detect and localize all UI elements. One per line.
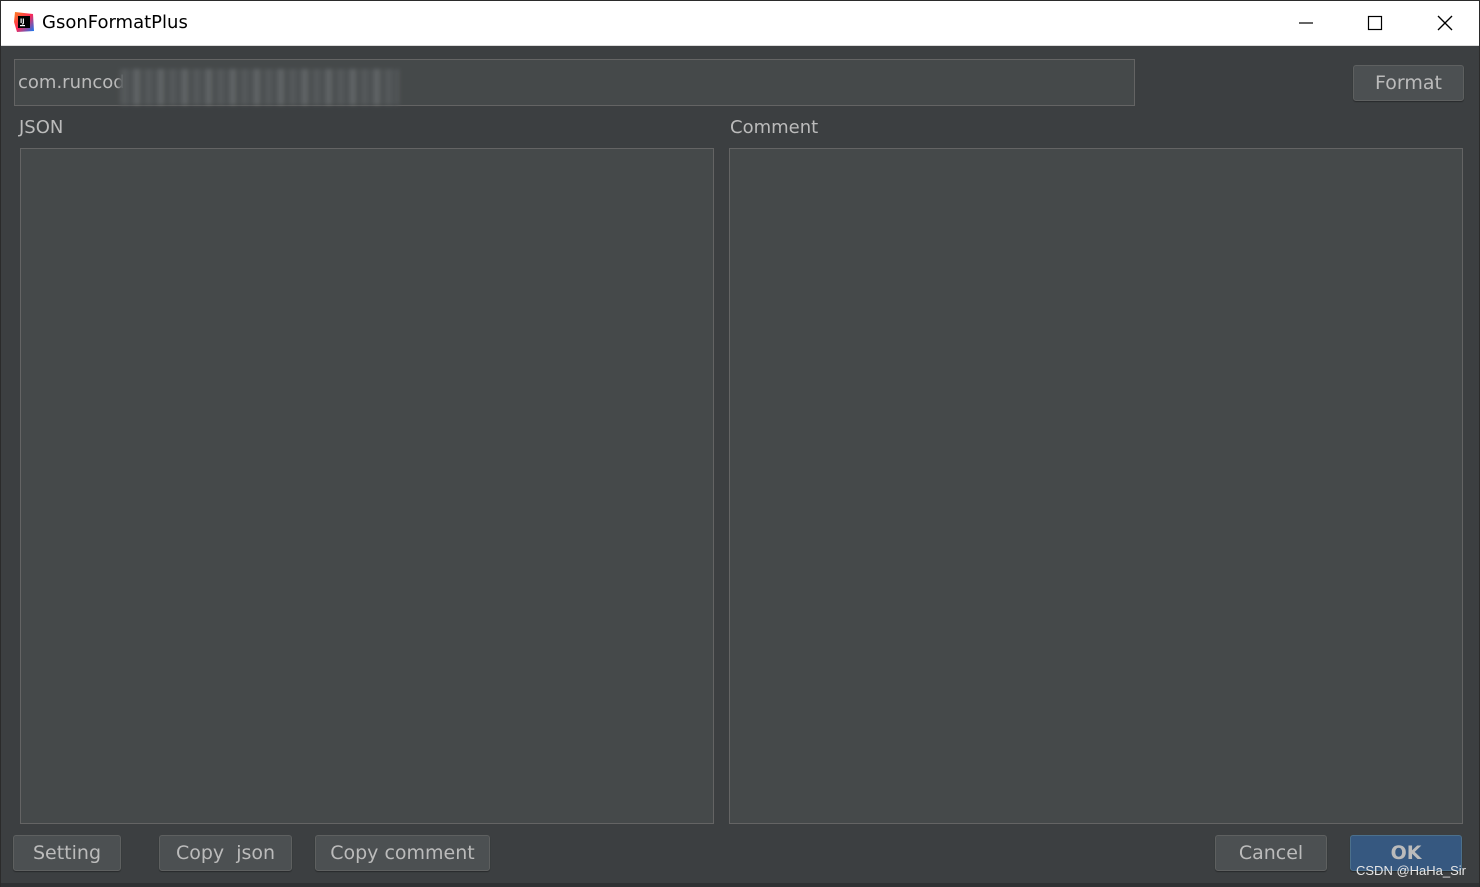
copy-comment-button[interactable]: Copy comment bbox=[315, 835, 490, 871]
json-textarea[interactable] bbox=[20, 148, 714, 824]
taskbar-edge bbox=[1, 883, 1479, 887]
svg-text:IJ: IJ bbox=[20, 18, 24, 25]
class-name-value: com.runcod bbox=[18, 72, 125, 93]
comment-label: Comment bbox=[730, 117, 819, 138]
minimize-button[interactable] bbox=[1271, 1, 1341, 45]
gson-format-plus-dialog: IJ GsonFormatPlus com.runcod Format JSON… bbox=[0, 0, 1480, 887]
title-bar: IJ GsonFormatPlus bbox=[1, 1, 1479, 46]
format-button[interactable]: Format bbox=[1353, 65, 1464, 101]
minimize-icon bbox=[1299, 22, 1313, 24]
redacted-overlay bbox=[119, 69, 399, 105]
setting-button[interactable]: Setting bbox=[13, 835, 121, 871]
json-label: JSON bbox=[19, 117, 64, 138]
close-icon bbox=[1437, 15, 1453, 31]
maximize-button[interactable] bbox=[1340, 1, 1410, 45]
comment-textarea[interactable] bbox=[729, 148, 1463, 824]
maximize-icon bbox=[1367, 15, 1383, 31]
watermark: CSDN @HaHa_Sir bbox=[1356, 863, 1466, 878]
window-title: GsonFormatPlus bbox=[42, 12, 188, 33]
close-button[interactable] bbox=[1410, 1, 1480, 45]
cancel-button[interactable]: Cancel bbox=[1215, 835, 1327, 871]
intellij-app-icon: IJ bbox=[14, 12, 34, 32]
copy-json-button[interactable]: Copy json bbox=[159, 835, 292, 871]
